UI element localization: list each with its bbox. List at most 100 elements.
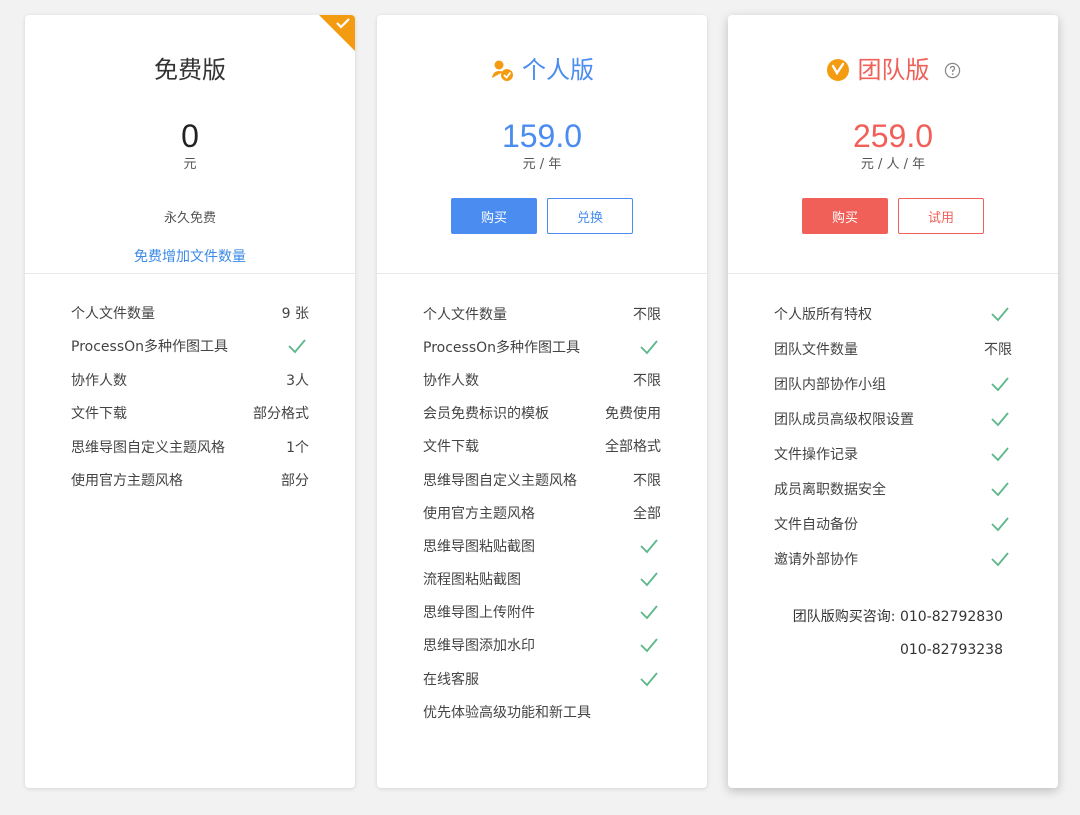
feature-row: 团队内部协作小组 [774, 367, 1012, 402]
check-icon [288, 339, 306, 354]
feature-label: 思维导图添加水印 [423, 638, 535, 655]
plan-header: 团队版 [728, 53, 1058, 87]
feature-row: 思维导图自定义主题风格 1个 [71, 430, 309, 464]
feature-label: 会员免费标识的模板 [423, 406, 549, 423]
feature-value: 免费使用 [605, 406, 661, 423]
feature-row: ProcessOn多种作图工具 [423, 330, 661, 363]
feature-value: 9 张 [281, 305, 309, 322]
check-icon [991, 517, 1009, 532]
buy-button[interactable]: 购买 [802, 198, 888, 234]
divider [377, 273, 707, 274]
price-unit: 元 / 年 [522, 157, 562, 172]
feature-value: 部分 [281, 473, 309, 490]
feature-row: 团队成员高级权限设置 [774, 402, 1012, 437]
feature-label: 流程图粘贴截图 [423, 572, 521, 589]
feature-label: 文件自动备份 [774, 516, 858, 533]
check-icon [640, 340, 658, 355]
plan-header: 免费版 [25, 53, 355, 87]
feature-label: 在线客服 [423, 671, 479, 688]
add-files-link[interactable]: 免费增加文件数量 [25, 246, 355, 266]
check-icon [640, 605, 658, 620]
button-row: 购买 试用 [728, 198, 1058, 234]
feature-label: 文件下载 [71, 406, 127, 423]
check-icon [640, 638, 658, 653]
feature-row: 协作人数 3人 [71, 363, 309, 397]
feature-value: 不限 [633, 372, 661, 389]
feature-label: 优先体验高级功能和新工具 [423, 704, 591, 721]
feature-row: 协作人数 不限 [423, 363, 661, 396]
feature-label: 成员离职数据安全 [774, 481, 886, 498]
help-icon[interactable] [944, 62, 961, 79]
feature-row: 思维导图自定义主题风格 不限 [423, 463, 661, 496]
feature-value: 全部 [633, 505, 661, 522]
check-icon [640, 572, 658, 587]
contact-label: 团队版购买咨询: [792, 609, 896, 625]
feature-row: 个人版所有特权 [774, 297, 1012, 332]
feature-row: 个人文件数量 不限 [423, 297, 661, 330]
feature-label: 团队文件数量 [774, 342, 858, 359]
feature-label: 协作人数 [71, 372, 127, 389]
feature-row: 文件下载 部分格式 [71, 397, 309, 431]
feature-row: 使用官方主题风格 部分 [71, 464, 309, 498]
feature-row: 使用官方主题风格 全部 [423, 496, 661, 529]
feature-label: 团队内部协作小组 [774, 377, 886, 394]
plan-card-team: 团队版 259.0 元 / 人 / 年 购买 试用 个人版所有特权 团队文件数量 不… [728, 15, 1058, 788]
check-icon [640, 672, 658, 686]
feature-row: 个人文件数量 9 张 [71, 296, 309, 330]
feature-value: 不限 [984, 342, 1012, 359]
buy-button[interactable]: 购买 [451, 198, 537, 234]
contact-info: 团队版购买咨询: 010-82792830 010-82793238 [793, 607, 1003, 673]
feature-list: 个人版所有特权 团队文件数量 不限团队内部协作小组团队成员高级权限设置文件操作记录成… [774, 297, 1012, 576]
feature-value: 部分格式 [253, 406, 309, 423]
check-icon [991, 307, 1009, 322]
divider [25, 273, 355, 274]
feature-row: 会员免费标识的模板 免费使用 [423, 397, 661, 430]
feature-label: 个人文件数量 [71, 305, 155, 322]
feature-value: 全部格式 [605, 439, 661, 456]
feature-label: 思维导图自定义主题风格 [423, 472, 577, 489]
feature-row: 文件操作记录 [774, 437, 1012, 472]
price-unit: 元 [183, 157, 197, 172]
team-badge-icon [826, 59, 849, 81]
feature-label: 思维导图上传附件 [423, 605, 535, 622]
feature-value: 1个 [286, 439, 309, 456]
check-icon [991, 412, 1009, 427]
feature-label: 个人文件数量 [423, 306, 507, 323]
plan-card-free: 免费版 0 元 永久免费 免费增加文件数量 个人文件数量 9 张 ProcessOn… [25, 15, 355, 788]
feature-label: ProcessOn多种作图工具 [71, 339, 229, 356]
check-icon [991, 552, 1009, 567]
divider [728, 273, 1058, 274]
feature-row: 邀请外部协作 [774, 541, 1012, 576]
feature-label: 邀请外部协作 [774, 551, 858, 568]
feature-value: 不限 [633, 306, 661, 323]
feature-list: 个人文件数量 不限 ProcessOn多种作图工具 协作人数 不限 会员免费标识的模板 免费… [423, 297, 661, 728]
trial-button[interactable]: 试用 [898, 198, 984, 234]
feature-row: 成员离职数据安全 [774, 471, 1012, 506]
feature-label: 个人版所有特权 [774, 307, 872, 324]
feature-value: 不限 [633, 472, 661, 489]
feature-label: 思维导图自定义主题风格 [71, 439, 225, 456]
person-badge-icon [492, 60, 513, 81]
plan-title: 免费版 [154, 56, 226, 84]
redeem-button[interactable]: 兑换 [547, 198, 633, 234]
button-row: 购买 兑换 [377, 198, 707, 234]
check-icon [640, 539, 658, 554]
feature-label: 使用官方主题风格 [71, 473, 183, 490]
price-unit: 元 / 人 / 年 [860, 157, 926, 172]
plan-title: 团队版 [857, 56, 930, 84]
free-note: 永久免费 [163, 211, 216, 226]
feature-label: 协作人数 [423, 372, 479, 389]
feature-row: 思维导图粘贴截图 [423, 529, 661, 562]
feature-row: ProcessOn多种作图工具 [71, 330, 309, 364]
feature-list: 个人文件数量 9 张 ProcessOn多种作图工具协作人数 3人文件下载 部分格式思维… [71, 296, 309, 497]
feature-label: ProcessOn多种作图工具 [423, 339, 581, 356]
feature-row: 在线客服 [423, 662, 661, 695]
plan-price: 0 [181, 118, 199, 154]
feature-row: 流程图粘贴截图 [423, 563, 661, 596]
feature-row: 文件自动备份 [774, 506, 1012, 541]
contact-phone: 010-82793238 [899, 642, 1003, 658]
feature-row: 优先体验高级功能和新工具 [423, 695, 661, 728]
plan-price: 259.0 [852, 118, 934, 154]
feature-label: 文件操作记录 [774, 447, 858, 463]
feature-row: 团队文件数量 不限 [774, 332, 1012, 367]
